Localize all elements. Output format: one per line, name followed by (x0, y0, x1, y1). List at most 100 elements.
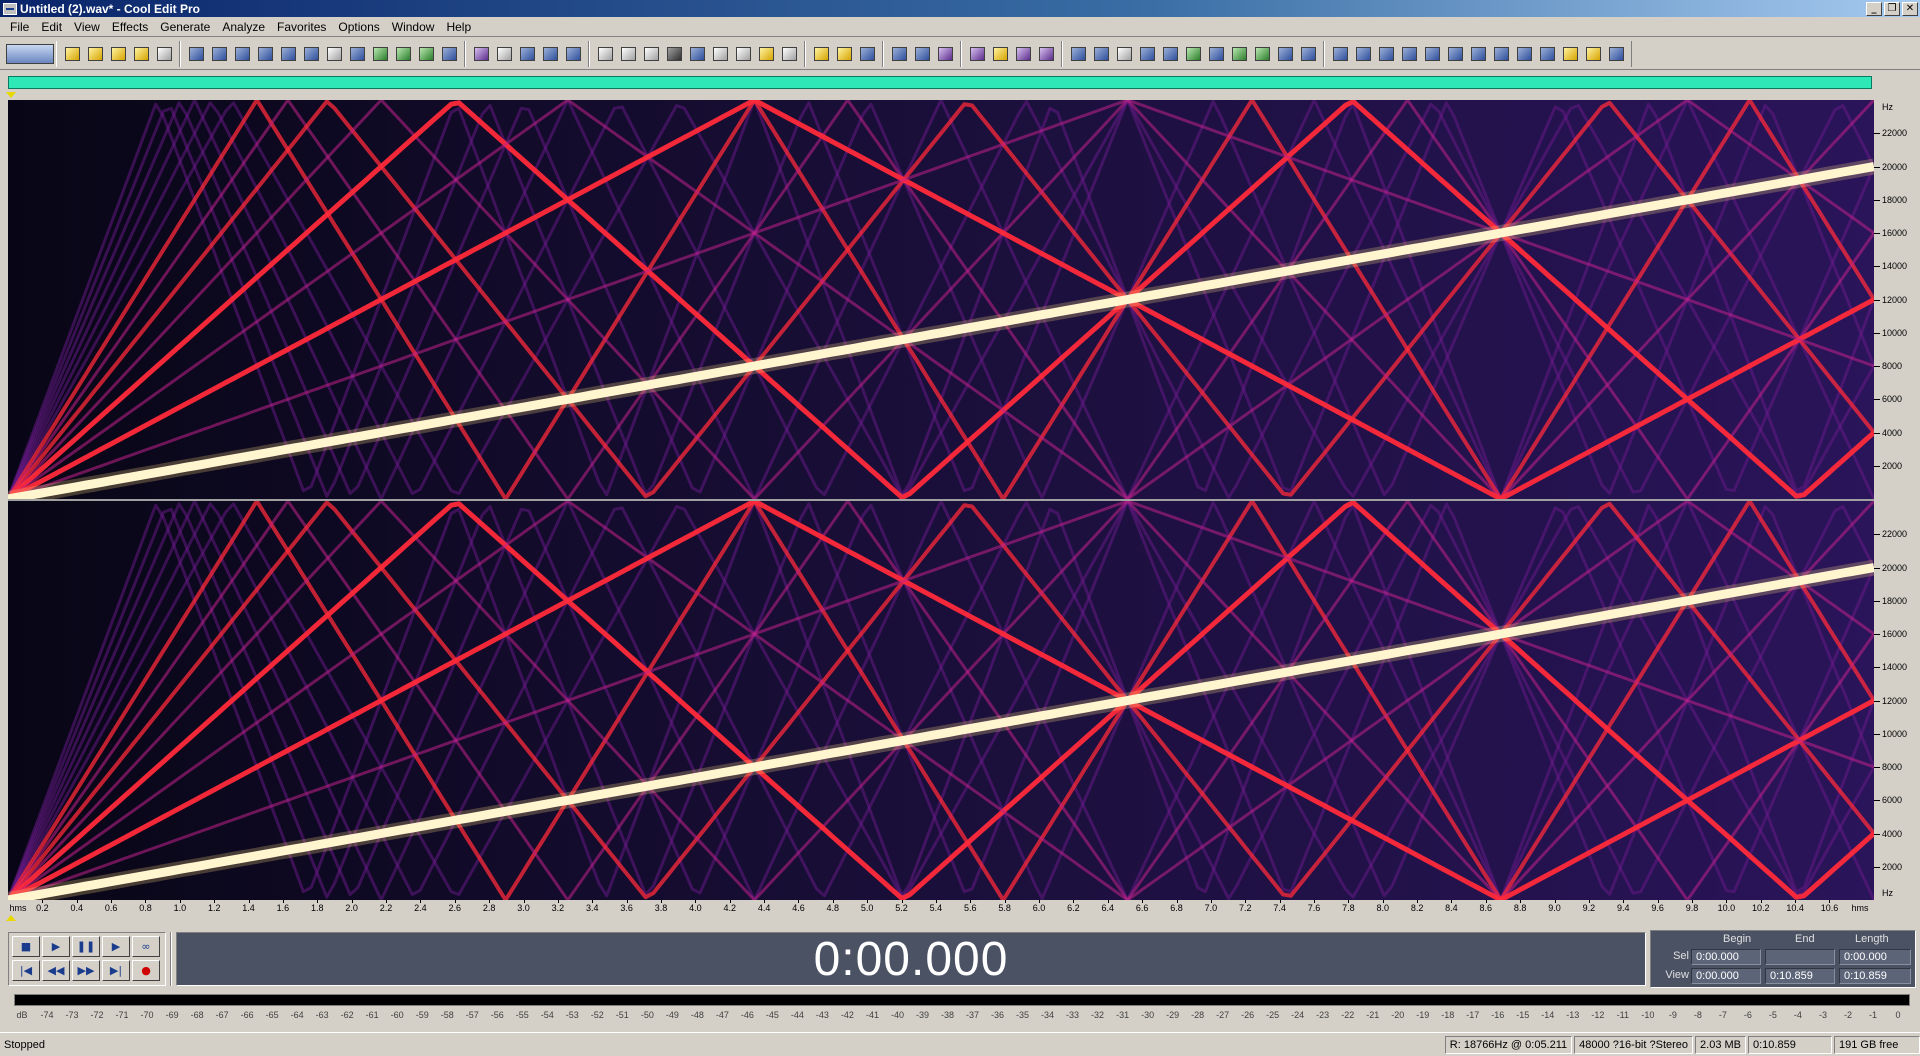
restore-button[interactable]: ❐ (1884, 1, 1900, 16)
menu-help[interactable]: Help (440, 20, 477, 34)
toolbar-button[interactable] (640, 43, 662, 65)
playhead-marker-icon[interactable] (6, 915, 16, 921)
pause-button[interactable]: ❚❚ (72, 936, 100, 957)
toolbar-button[interactable] (1205, 43, 1227, 65)
spectral-view[interactable] (8, 100, 1874, 900)
stop-button[interactable]: ■ (12, 936, 40, 957)
toolbar-button[interactable] (617, 43, 639, 65)
menu-view[interactable]: View (68, 20, 106, 34)
toolbar-button[interactable] (1182, 43, 1204, 65)
toolbar-button[interactable] (1297, 43, 1319, 65)
toolbar-button[interactable] (516, 43, 538, 65)
menu-effects[interactable]: Effects (106, 20, 154, 34)
toolbar-button[interactable] (1582, 43, 1604, 65)
menu-file[interactable]: File (4, 20, 35, 34)
time-ruler[interactable]: hms hms 0.2 0.4 0.6 0.8 1.0 1.2 1.4 1.6 1.8 2.0 2.… (8, 900, 1874, 916)
channel-right[interactable] (8, 501, 1874, 900)
toolbar-button[interactable] (208, 43, 230, 65)
view-length-field[interactable]: 0:10.859 (1839, 968, 1911, 984)
menu-options[interactable]: Options (332, 20, 385, 34)
toolbar-button[interactable] (84, 43, 106, 65)
toggle-multitrack-button[interactable] (6, 43, 54, 64)
toolbar-button[interactable] (231, 43, 253, 65)
record-button[interactable]: ● (132, 960, 160, 981)
toolbar-button[interactable] (1012, 43, 1034, 65)
toolbar-button[interactable] (709, 43, 731, 65)
toolbar-button[interactable] (966, 43, 988, 65)
toolbar-button[interactable] (1159, 43, 1181, 65)
play-to-end-button[interactable]: ▶ (102, 936, 130, 957)
toolbar-button[interactable] (1274, 43, 1296, 65)
loop-button[interactable]: ∞ (132, 936, 160, 957)
channel-left[interactable] (8, 100, 1874, 499)
toolbar-button[interactable] (934, 43, 956, 65)
menu-window[interactable]: Window (386, 20, 441, 34)
toolbar-button[interactable] (1352, 43, 1374, 65)
menu-generate[interactable]: Generate (154, 20, 216, 34)
toolbar-button[interactable] (392, 43, 414, 65)
toolbar-button[interactable] (911, 43, 933, 65)
toolbar-button[interactable] (185, 43, 207, 65)
toolbar-button[interactable] (663, 43, 685, 65)
toolbar-button[interactable] (686, 43, 708, 65)
app-icon[interactable] (3, 2, 17, 15)
menu-analyze[interactable]: Analyze (216, 20, 271, 34)
sel-begin-field[interactable]: 0:00.000 (1691, 949, 1761, 965)
toolbar-button[interactable] (107, 43, 129, 65)
minimize-button[interactable]: _ (1866, 1, 1882, 16)
toolbar-button[interactable] (1329, 43, 1351, 65)
toolbar-button[interactable] (778, 43, 800, 65)
toolbar-button[interactable] (1605, 43, 1627, 65)
toolbar-button[interactable] (493, 43, 515, 65)
toolbar-button[interactable] (755, 43, 777, 65)
toolbar-button[interactable] (1228, 43, 1250, 65)
rewind-button[interactable]: ◀◀ (42, 960, 70, 981)
menu-edit[interactable]: Edit (35, 20, 68, 34)
go-to-end-button[interactable]: ▶| (102, 960, 130, 981)
toolbar-button[interactable] (1536, 43, 1558, 65)
toolbar-button[interactable] (833, 43, 855, 65)
toolbar-button[interactable] (1490, 43, 1512, 65)
toolbar-button[interactable] (1559, 43, 1581, 65)
toolbar-button[interactable] (1113, 43, 1135, 65)
toolbar-button[interactable] (470, 43, 492, 65)
toolbar-button[interactable] (1375, 43, 1397, 65)
close-button[interactable]: ✕ (1902, 1, 1918, 16)
toolbar-button[interactable] (1444, 43, 1466, 65)
toolbar-button[interactable] (562, 43, 584, 65)
waveform-overview-bar[interactable] (8, 76, 1872, 89)
play-button[interactable]: ▶ (42, 936, 70, 957)
toolbar-button[interactable] (254, 43, 276, 65)
toolbar-button[interactable] (888, 43, 910, 65)
view-end-field[interactable]: 0:10.859 (1765, 968, 1835, 984)
toolbar-button[interactable] (346, 43, 368, 65)
go-to-start-button[interactable]: |◀ (12, 960, 40, 981)
toolbar-button[interactable] (1467, 43, 1489, 65)
toolbar-button[interactable] (130, 43, 152, 65)
toolbar-button[interactable] (300, 43, 322, 65)
toolbar-button[interactable] (1398, 43, 1420, 65)
sel-length-field[interactable]: 0:00.000 (1839, 949, 1911, 965)
toolbar-button[interactable] (323, 43, 345, 65)
toolbar-button[interactable] (1136, 43, 1158, 65)
toolbar-button[interactable] (539, 43, 561, 65)
toolbar-button[interactable] (594, 43, 616, 65)
menu-favorites[interactable]: Favorites (271, 20, 332, 34)
fast-forward-button[interactable]: ▶▶ (72, 960, 100, 981)
toolbar-button[interactable] (810, 43, 832, 65)
start-marker-icon[interactable] (6, 92, 16, 98)
toolbar-button[interactable] (732, 43, 754, 65)
toolbar-button[interactable] (1513, 43, 1535, 65)
toolbar-button[interactable] (856, 43, 878, 65)
toolbar-button[interactable] (415, 43, 437, 65)
toolbar-button[interactable] (1035, 43, 1057, 65)
toolbar-button[interactable] (989, 43, 1011, 65)
frequency-ruler[interactable]: Hz 22000 20000 18000 16000 14000 12000 10000 80… (1874, 100, 1920, 900)
toolbar-button[interactable] (1251, 43, 1273, 65)
toolbar-button[interactable] (438, 43, 460, 65)
toolbar-button[interactable] (277, 43, 299, 65)
view-begin-field[interactable]: 0:00.000 (1691, 968, 1761, 984)
toolbar-button[interactable] (1067, 43, 1089, 65)
toolbar-button[interactable] (369, 43, 391, 65)
toolbar-button[interactable] (153, 43, 175, 65)
